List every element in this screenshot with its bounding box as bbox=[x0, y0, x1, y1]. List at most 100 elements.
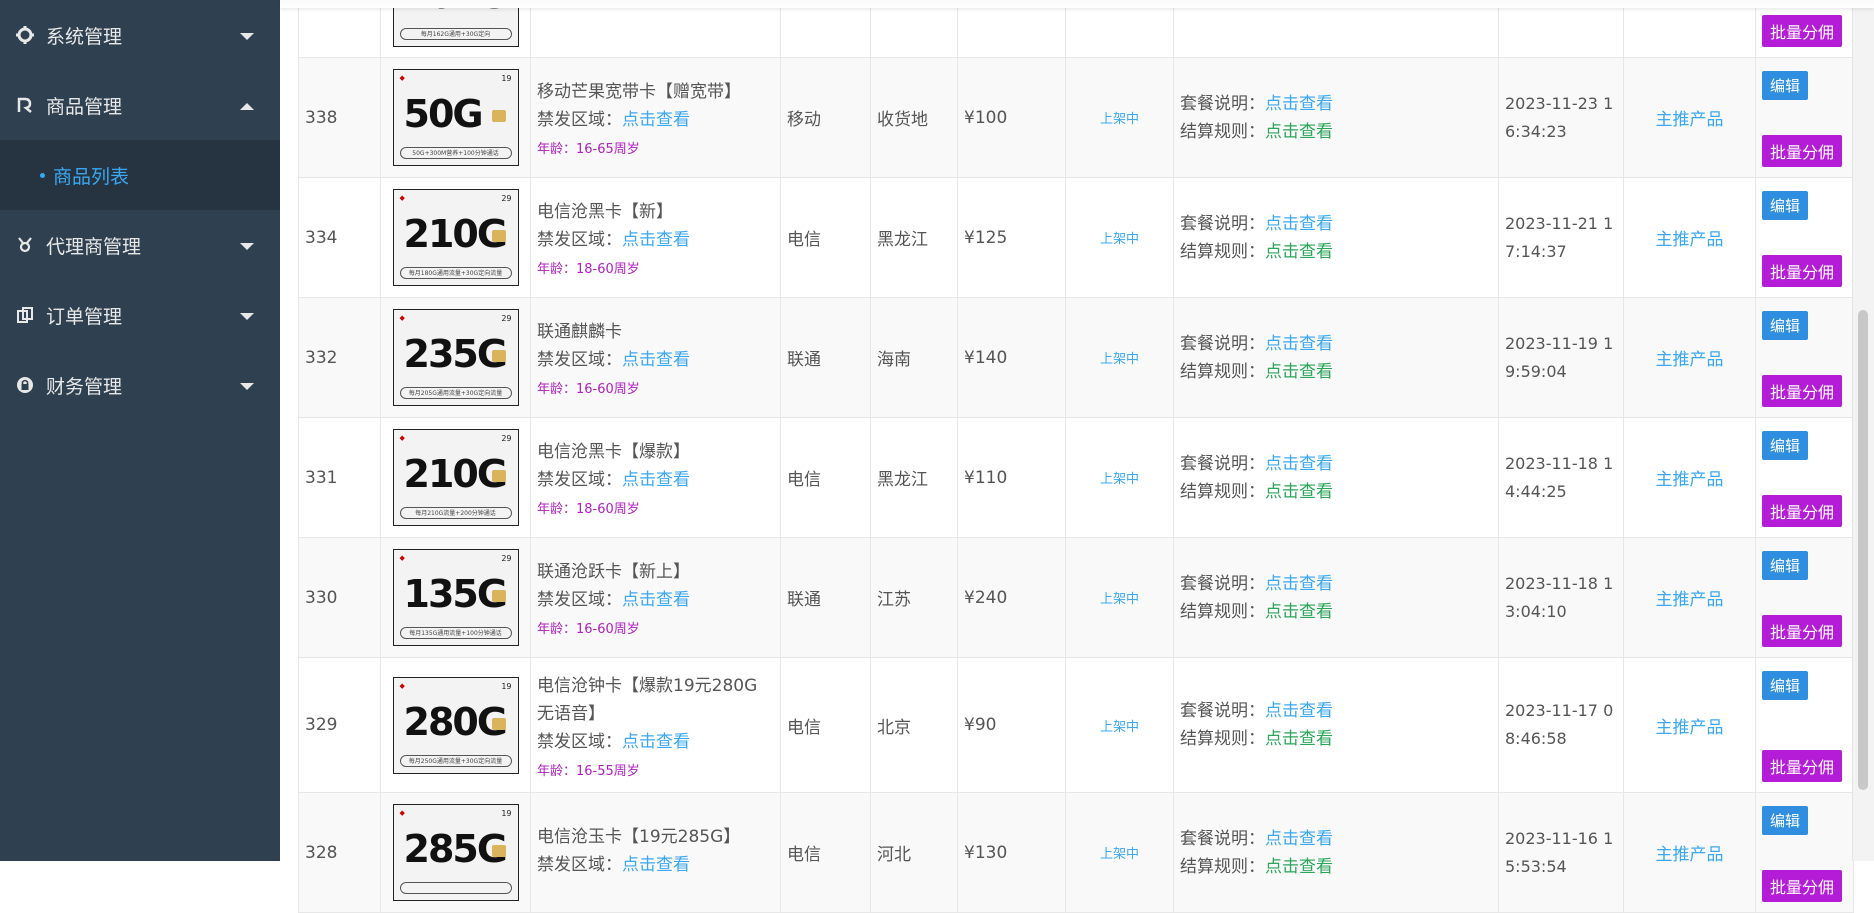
featured-tag[interactable]: 主推产品 bbox=[1630, 225, 1749, 250]
table-row: 331 ◆ 29 210G 每月210G流量+200分钟通话 电信沧黑卡【爆款】 禁发区域：… bbox=[298, 417, 1854, 538]
cell-id: 330 bbox=[298, 537, 381, 658]
plan-desc-label: 套餐说明： bbox=[1180, 828, 1265, 849]
plan-desc-label: 套餐说明： bbox=[1180, 333, 1265, 354]
region-link[interactable]: 点击查看 bbox=[622, 230, 690, 250]
cell-status: 上架中 bbox=[1065, 792, 1174, 913]
cell-ship-region: 河北 bbox=[870, 792, 958, 913]
settlement-link[interactable]: 点击查看 bbox=[1265, 362, 1333, 382]
thumb-price: 19 bbox=[501, 681, 512, 691]
featured-tag[interactable]: 主推产品 bbox=[1630, 713, 1749, 738]
product-thumbnail[interactable]: ◆ 29 210G 每月210G流量+200分钟通话 bbox=[392, 429, 519, 526]
settlement-link[interactable]: 点击查看 bbox=[1265, 729, 1333, 749]
cell-price: ¥240 bbox=[957, 537, 1066, 658]
vertical-scrollbar[interactable] bbox=[1852, 0, 1874, 861]
product-table-wrap: ◆19162G每月162G通用+30G定向年龄：16-65周岁归属地结算规则：点… bbox=[298, 0, 1854, 913]
batch-commission-button[interactable]: 批量分佣 bbox=[1762, 749, 1843, 782]
batch-commission-button[interactable]: 批量分佣 bbox=[1762, 254, 1843, 287]
product-thumbnail[interactable]: ◆ 29 210G 每月180G通用流量+30G定向流量 bbox=[392, 189, 519, 286]
region-label: 禁发区域： bbox=[537, 854, 622, 875]
plan-desc-link[interactable]: 点击查看 bbox=[1265, 454, 1333, 474]
plan-desc-link[interactable]: 点击查看 bbox=[1265, 829, 1333, 849]
edit-button[interactable]: 编辑 bbox=[1762, 70, 1809, 100]
region-link[interactable]: 点击查看 bbox=[622, 855, 690, 875]
batch-commission-button[interactable]: 批量分佣 bbox=[1762, 494, 1843, 527]
plan-desc-link[interactable]: 点击查看 bbox=[1265, 334, 1333, 354]
thumb-price: 29 bbox=[501, 434, 512, 443]
product-name: 电信沧黑卡【新】 bbox=[537, 202, 673, 222]
table-row: 328 ◆ 19 285G 电信沧玉卡【19元285G】 禁发区域：点击查看 电信 河北 ¥13… bbox=[298, 792, 1854, 913]
thumb-footer: 每月205G通用流量+30G定向流量 bbox=[399, 387, 512, 399]
cell-ship-region: 黑龙江 bbox=[870, 417, 958, 538]
batch-commission-button[interactable]: 批量分佣 bbox=[1762, 374, 1843, 407]
cell-image: ◆ 29 210G 每月210G流量+200分钟通话 bbox=[380, 417, 531, 538]
region-link[interactable]: 点击查看 bbox=[622, 350, 690, 370]
product-thumbnail[interactable]: ◆ 29 235G 每月205G通用流量+30G定向流量 bbox=[392, 309, 519, 406]
plan-desc-link[interactable]: 点击查看 bbox=[1265, 94, 1333, 114]
product-thumbnail[interactable]: ◆ 19 280G 每月250G通用流量+30G定向流量 bbox=[392, 676, 519, 774]
region-link[interactable]: 点击查看 bbox=[622, 732, 690, 752]
edit-button[interactable]: 编辑 bbox=[1762, 310, 1809, 340]
settlement-link[interactable]: 点击查看 bbox=[1265, 242, 1333, 262]
menu-agent[interactable]: 代理商管理 bbox=[0, 210, 280, 280]
cell-rules: 结算规则：点击查看 bbox=[1173, 0, 1499, 58]
menu-order[interactable]: 订单管理 bbox=[0, 280, 280, 350]
plan-desc-link[interactable]: 点击查看 bbox=[1265, 574, 1333, 594]
menu-label: 财务管理 bbox=[46, 375, 123, 398]
status-badge: 上架中 bbox=[1099, 352, 1139, 367]
age-range: 年龄：16-60周岁 bbox=[537, 622, 640, 637]
status-badge: 上架中 bbox=[1099, 472, 1139, 487]
status-badge: 上架中 bbox=[1099, 719, 1139, 735]
chevron-down-icon bbox=[240, 24, 254, 46]
region-link[interactable]: 点击查看 bbox=[622, 590, 690, 610]
product-thumbnail[interactable]: ◆ 19 285G bbox=[392, 804, 519, 901]
plan-desc-link[interactable]: 点击查看 bbox=[1265, 701, 1333, 721]
product-thumbnail[interactable]: ◆ 19 50G 50G+300M营养+100分钟通话 bbox=[392, 69, 519, 166]
chevron-down-icon bbox=[240, 234, 254, 256]
featured-tag[interactable]: 主推产品 bbox=[1630, 840, 1749, 865]
batch-commission-button[interactable]: 批量分佣 bbox=[1762, 614, 1843, 647]
region-link[interactable]: 点击查看 bbox=[622, 110, 690, 130]
cell-price: ¥90 bbox=[957, 657, 1066, 793]
settlement-link[interactable]: 点击查看 bbox=[1265, 857, 1333, 877]
created-time: 2023-11-21 17:14:37 bbox=[1505, 213, 1614, 261]
cell-rules: 套餐说明：点击查看 结算规则：点击查看 bbox=[1173, 792, 1499, 913]
cell-image: ◆ 19 50G 50G+300M营养+100分钟通话 bbox=[380, 57, 531, 178]
cell-image: ◆ 29 235G 每月205G通用流量+30G定向流量 bbox=[380, 297, 531, 418]
cell-rules: 套餐说明：点击查看 结算规则：点击查看 bbox=[1173, 297, 1499, 418]
featured-tag[interactable]: 主推产品 bbox=[1630, 585, 1749, 610]
batch-commission-button[interactable]: 批量分佣 bbox=[1762, 134, 1843, 167]
cell-id: 328 bbox=[298, 792, 381, 913]
menu-product[interactable]: 商品管理 bbox=[0, 70, 280, 140]
settlement-label: 结算规则： bbox=[1180, 856, 1265, 877]
thumb-footer: 每月210G流量+200分钟通话 bbox=[399, 507, 512, 519]
edit-button[interactable]: 编辑 bbox=[1762, 805, 1809, 835]
edit-button[interactable]: 编辑 bbox=[1762, 550, 1809, 580]
edit-button[interactable]: 编辑 bbox=[1762, 670, 1809, 700]
edit-button[interactable]: 编辑 bbox=[1762, 430, 1809, 460]
batch-commission-button[interactable]: 批量分佣 bbox=[1762, 14, 1843, 47]
product-table: ◆19162G每月162G通用+30G定向年龄：16-65周岁归属地结算规则：点… bbox=[298, 0, 1854, 913]
submenu-label: 商品列表 bbox=[53, 165, 130, 188]
menu-system[interactable]: 系统管理 bbox=[0, 0, 280, 70]
region-label: 禁发区域： bbox=[537, 230, 622, 250]
featured-tag[interactable]: 主推产品 bbox=[1630, 105, 1749, 130]
cell-id: 334 bbox=[298, 177, 381, 298]
settlement-link[interactable]: 点击查看 bbox=[1265, 122, 1333, 142]
table-row: 330 ◆ 29 135G 每月135G通用流量+100分钟通话 联通沧跃卡【新上】 禁发区… bbox=[298, 537, 1854, 658]
submenu-item-product-list[interactable]: 商品列表 bbox=[40, 162, 129, 189]
age-range: 年龄：18-60周岁 bbox=[537, 262, 640, 277]
featured-tag[interactable]: 主推产品 bbox=[1630, 345, 1749, 370]
product-thumbnail[interactable]: ◆ 29 135G 每月135G通用流量+100分钟通话 bbox=[392, 549, 519, 646]
batch-commission-button[interactable]: 批量分佣 bbox=[1762, 869, 1843, 902]
scrollbar-thumb[interactable] bbox=[1858, 310, 1868, 790]
cell-price bbox=[957, 0, 1066, 58]
gear-icon bbox=[14, 24, 36, 46]
menu-finance[interactable]: 财务管理 bbox=[0, 350, 280, 420]
edit-button[interactable]: 编辑 bbox=[1762, 190, 1809, 220]
settlement-link[interactable]: 点击查看 bbox=[1265, 482, 1333, 502]
plan-desc-link[interactable]: 点击查看 bbox=[1265, 214, 1333, 234]
featured-tag[interactable]: 主推产品 bbox=[1630, 465, 1749, 490]
region-link[interactable]: 点击查看 bbox=[622, 470, 690, 490]
settlement-link[interactable]: 点击查看 bbox=[1265, 602, 1333, 622]
cell-price: ¥130 bbox=[957, 792, 1066, 913]
